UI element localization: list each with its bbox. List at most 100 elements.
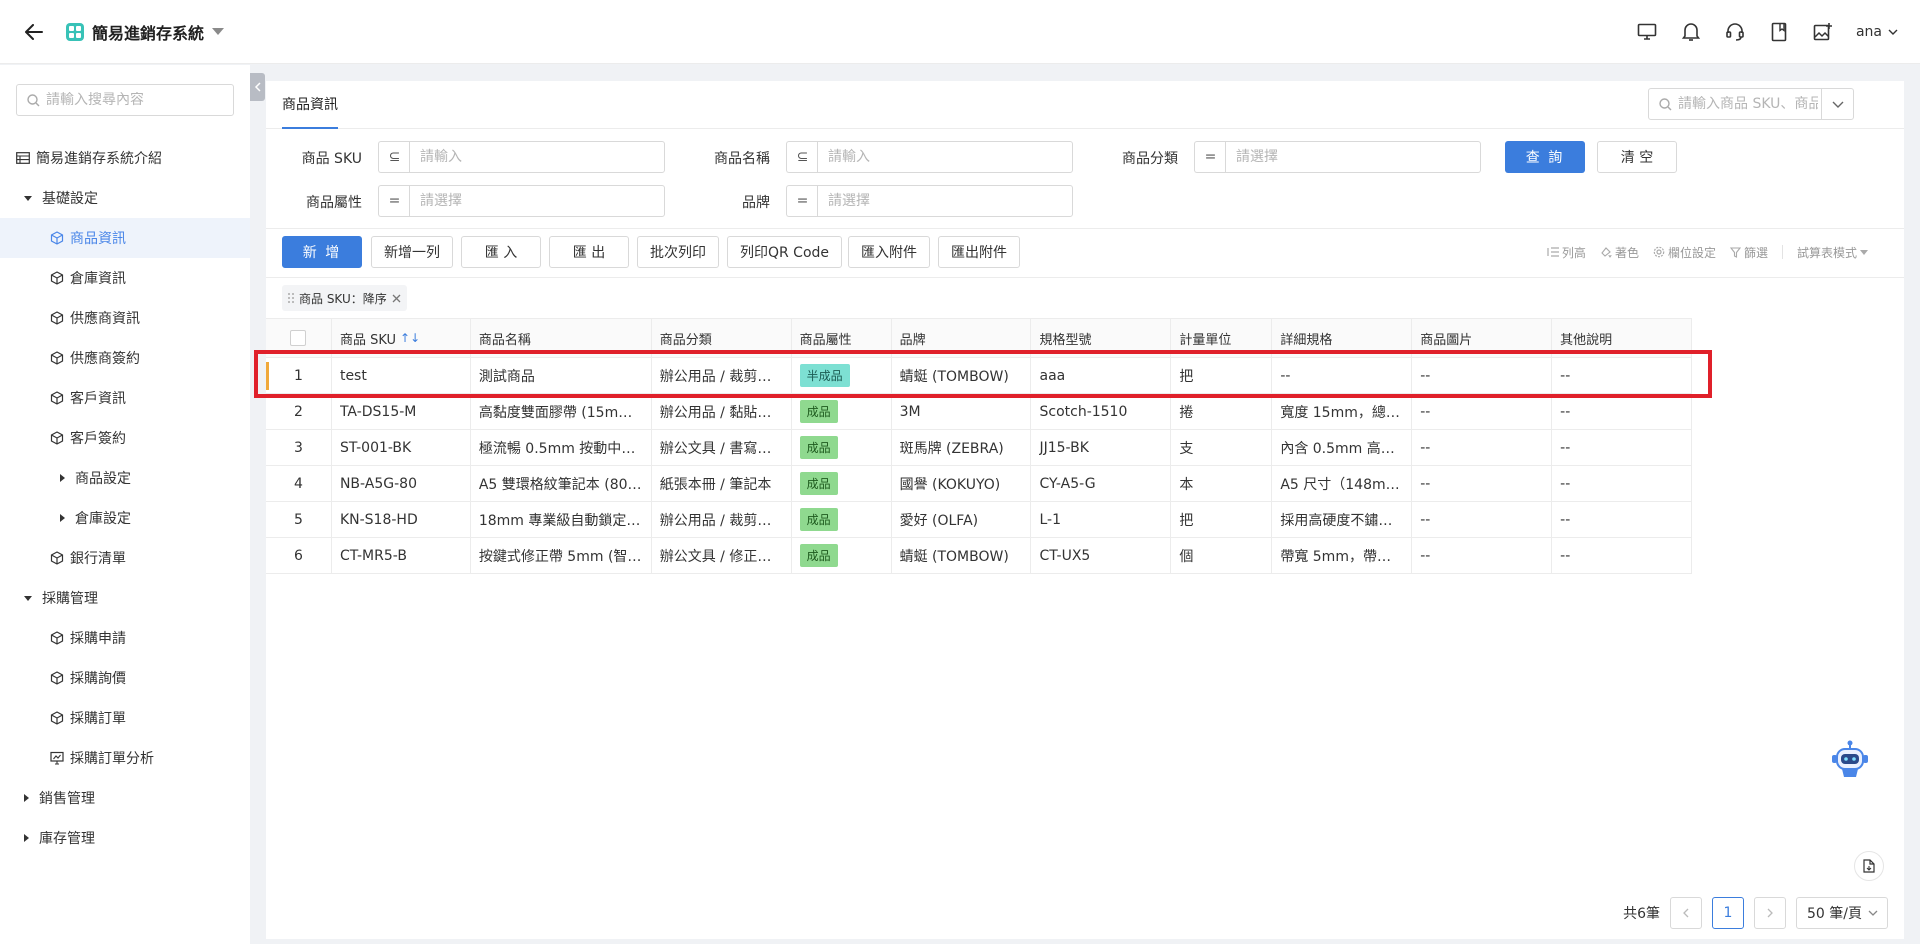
cell-note[interactable]: --	[1552, 394, 1693, 429]
cell-name[interactable]: 極流暢 0.5mm 按動中性筆...	[471, 430, 652, 465]
cell-attr[interactable]: 成品	[792, 466, 892, 501]
cell-category[interactable]: 辦公用品 / 裁剪工具	[652, 358, 792, 393]
sidebar-item-customer-contract[interactable]: 客戶簽約	[0, 418, 250, 458]
cell-attr[interactable]: 成品	[792, 430, 892, 465]
cell-note[interactable]: --	[1552, 430, 1693, 465]
filter-attr-select[interactable]	[409, 185, 665, 217]
cell-sku[interactable]: NB-A5G-80	[332, 466, 471, 501]
cell-image[interactable]: --	[1412, 358, 1553, 393]
cell-name[interactable]: A5 雙環格紋筆記本 (80頁)	[471, 466, 652, 501]
add-row-button[interactable]: 新增一列	[371, 236, 453, 268]
cell-sku[interactable]: KN-S18-HD	[332, 502, 471, 537]
sidebar-item-purchase-order-analysis[interactable]: 採購訂單分析	[0, 738, 250, 778]
filter-op-sku[interactable]: ⊆	[378, 141, 410, 173]
sidebar-item-intro[interactable]: 簡易進銷存系統介紹	[0, 138, 250, 178]
cell-spec[interactable]: 內含 0.5mm 高彈...	[1272, 430, 1413, 465]
cell-note[interactable]: --	[1552, 358, 1693, 393]
cell-spec[interactable]: 寬度 15mm，總長 ...	[1272, 394, 1413, 429]
cell-attr[interactable]: 半成品	[792, 358, 892, 393]
column-settings-toggle[interactable]: 欄位設定	[1653, 244, 1716, 261]
cell-image[interactable]: --	[1412, 466, 1553, 501]
user-menu[interactable]: ana	[1856, 24, 1898, 40]
cell-image[interactable]: --	[1412, 502, 1553, 537]
document-icon[interactable]	[1768, 21, 1790, 43]
header-sku[interactable]: 商品 SKU ↑↓	[332, 319, 471, 357]
table-row[interactable]: 4 NB-A5G-80 A5 雙環格紋筆記本 (80頁) 紙張本冊 / 筆記本 …	[266, 466, 1693, 502]
header-note[interactable]: 其他說明	[1552, 319, 1693, 357]
cell-brand[interactable]: 斑馬牌 (ZEBRA)	[892, 430, 1032, 465]
filter-op-attr[interactable]: =	[378, 185, 410, 217]
cell-brand[interactable]: 3M	[892, 394, 1032, 429]
cell-spec[interactable]: A5 尺寸（148mm ...	[1272, 466, 1413, 501]
sidebar-search-input[interactable]	[46, 92, 226, 108]
cell-unit[interactable]: 本	[1171, 466, 1273, 501]
back-arrow-icon[interactable]	[22, 20, 46, 44]
filter-sku-input[interactable]	[409, 141, 665, 173]
cell-unit[interactable]: 個	[1171, 538, 1273, 573]
sidebar-group-product-settings[interactable]: 商品設定	[0, 458, 250, 498]
cell-brand[interactable]: 蜻蜓 (TOMBOW)	[892, 538, 1032, 573]
select-all-checkbox[interactable]	[290, 330, 307, 346]
global-search-input[interactable]	[1678, 96, 1818, 112]
cell-brand[interactable]: 蜻蜓 (TOMBOW)	[892, 358, 1032, 393]
page-number-button[interactable]: 1	[1712, 897, 1744, 929]
print-qr-button[interactable]: 列印QR Code	[727, 236, 842, 268]
coloring-toggle[interactable]: 著色	[1600, 244, 1639, 261]
header-category[interactable]: 商品分類	[652, 319, 792, 357]
cell-attr[interactable]: 成品	[792, 394, 892, 429]
close-icon[interactable]	[392, 294, 401, 303]
table-row[interactable]: 3 ST-001-BK 極流暢 0.5mm 按動中性筆... 辦公文具 / 書寫…	[266, 430, 1693, 466]
cell-spec[interactable]: 帶寬 5mm，帶長 6...	[1272, 538, 1413, 573]
headset-icon[interactable]	[1724, 21, 1746, 43]
sidebar-item-customer-info[interactable]: 客戶資訊	[0, 378, 250, 418]
cell-unit[interactable]: 把	[1171, 502, 1273, 537]
cell-model[interactable]: JJ15-BK	[1031, 430, 1172, 465]
cell-attr[interactable]: 成品	[792, 502, 892, 537]
header-model[interactable]: 規格型號	[1031, 319, 1172, 357]
cell-category[interactable]: 辦公用品 / 裁剪工具	[652, 502, 792, 537]
cell-unit[interactable]: 捲	[1171, 394, 1273, 429]
sidebar-item-product-info[interactable]: 商品資訊	[0, 218, 250, 258]
export-attachment-button[interactable]: 匯出附件	[938, 236, 1020, 268]
document-export-icon[interactable]	[1854, 851, 1884, 881]
sort-desc-icon[interactable]: ↑↓	[400, 331, 420, 345]
sidebar-item-purchase-inquiry[interactable]: 採購詢價	[0, 658, 250, 698]
sidebar-item-supplier-contract[interactable]: 供應商簽約	[0, 338, 250, 378]
batch-print-button[interactable]: 批次列印	[637, 236, 719, 268]
monitor-icon[interactable]	[1636, 21, 1658, 43]
query-button[interactable]: 查 詢	[1505, 141, 1585, 173]
add-button[interactable]: 新 增	[282, 236, 362, 268]
image-upload-icon[interactable]	[1812, 21, 1834, 43]
filter-op-brand[interactable]: =	[786, 185, 818, 217]
cell-name[interactable]: 18mm 專業級自動鎖定美...	[471, 502, 652, 537]
sidebar-item-purchase-order[interactable]: 採購訂單	[0, 698, 250, 738]
cell-sku[interactable]: CT-MR5-B	[332, 538, 471, 573]
page-size-select[interactable]: 50 筆/頁	[1796, 897, 1888, 929]
table-row[interactable]: 6 CT-MR5-B 按鍵式修正帶 5mm (智慧... 辦公文具 / 修正用品…	[266, 538, 1693, 574]
header-brand[interactable]: 品牌	[892, 319, 1032, 357]
spreadsheet-mode-toggle[interactable]: 試算表模式	[1797, 244, 1868, 261]
sidebar-item-purchase-request[interactable]: 採購申請	[0, 618, 250, 658]
import-attachment-button[interactable]: 匯入附件	[848, 236, 930, 268]
filter-op-name[interactable]: ⊆	[786, 141, 818, 173]
clear-button[interactable]: 清 空	[1597, 141, 1677, 173]
export-button[interactable]: 匯 出	[549, 236, 629, 268]
cell-note[interactable]: --	[1552, 538, 1693, 573]
cell-category[interactable]: 辦公文具 / 書寫工具	[652, 430, 792, 465]
cell-name[interactable]: 按鍵式修正帶 5mm (智慧...	[471, 538, 652, 573]
cell-category[interactable]: 紙張本冊 / 筆記本	[652, 466, 792, 501]
sidebar-group-warehouse-settings[interactable]: 倉庫設定	[0, 498, 250, 538]
cell-category[interactable]: 辦公文具 / 修正用品	[652, 538, 792, 573]
cell-attr[interactable]: 成品	[792, 538, 892, 573]
cell-spec[interactable]: 採用高硬度不鏽鋼...	[1272, 502, 1413, 537]
table-row[interactable]: 2 TA-DS15-M 高黏度雙面膠帶 (15mm x ... 辦公用品 / 黏…	[266, 394, 1693, 430]
next-page-button[interactable]	[1754, 897, 1786, 929]
header-image[interactable]: 商品圖片	[1412, 319, 1553, 357]
cell-unit[interactable]: 支	[1171, 430, 1273, 465]
cell-brand[interactable]: 愛好 (OLFA)	[892, 502, 1032, 537]
prev-page-button[interactable]	[1670, 897, 1702, 929]
cell-image[interactable]: --	[1412, 538, 1553, 573]
header-attr[interactable]: 商品屬性	[792, 319, 892, 357]
sidebar-group-purchasing[interactable]: 採購管理	[0, 578, 250, 618]
cell-sku[interactable]: ST-001-BK	[332, 430, 471, 465]
